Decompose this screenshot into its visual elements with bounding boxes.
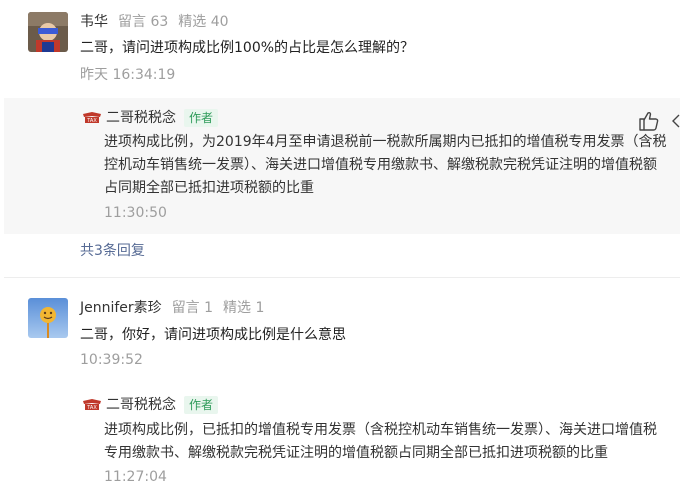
view-more-replies-link[interactable]: 共3条回复 [80,241,145,261]
featured-count: 精选 1 [223,300,265,316]
comment-item: 韦华 留言 63 精选 40 二哥，请问进项构成比例100%的占比是怎么理解的？ 昨… [0,0,680,96]
reply-author-name[interactable]: 二哥税税念 [106,395,176,415]
reply-time: 11:30:50 [104,205,167,221]
author-name[interactable]: Jennifer素珍 [80,300,162,316]
messages-count: 留言 63 [118,14,169,30]
author-badge: 作者 [184,396,219,414]
reply-author-line: TAX 二哥税税念 作者 [82,108,219,128]
author-name[interactable]: 韦华 [80,14,108,30]
svg-text:TAX: TAX [86,118,97,124]
svg-text:TAX: TAX [86,405,97,411]
avatar[interactable] [28,298,68,338]
featured-count: 精选 40 [178,14,229,30]
tax-logo-icon: TAX [82,398,102,412]
reply-author-name[interactable]: 二哥税税念 [106,108,176,128]
reply-text: 进项构成比例，为2019年4月至申请退税前一税款所属期内已抵扣的增值税专用发票（… [104,134,667,196]
reply-text: 进项构成比例，已抵扣的增值税专用发票（含税控机动车销售统一发票）、海关进口增值税… [104,422,657,461]
author-badge: 作者 [184,109,219,127]
divider [4,277,680,278]
comment-text: 二哥，你好，请问进项构成比例是什么意思 [80,327,346,343]
comment-time: 昨天 16:34:19 [80,67,176,83]
author-line: 韦华 留言 63 精选 40 [80,12,229,32]
tax-logo-icon: TAX [82,111,102,125]
author-reply: TAX 二哥税税念 作者 进项构成比例，已抵扣的增值税专用发票（含税控机动车销售… [4,386,680,488]
messages-count: 留言 1 [171,300,214,316]
author-reply: TAX 二哥税税念 作者 进项构成比例，为2019年4月至申请退税前一税款所属期… [4,98,680,234]
comment-item: Jennifer素珍 留言 1 精选 1 二哥，你好，请问进项构成比例是什么意思 1… [0,288,680,378]
comment-text: 二哥，请问进项构成比例100%的占比是怎么理解的？ [80,40,415,56]
reply-author-line: TAX 二哥税税念 作者 [82,395,219,415]
reply-time: 11:27:04 [104,469,167,485]
avatar[interactable] [28,12,68,52]
author-line: Jennifer素珍 留言 1 精选 1 [80,298,264,318]
comment-time: 10:39:52 [80,352,143,368]
thumbs-up-icon[interactable] [638,110,660,132]
more-options-icon[interactable] [670,111,680,131]
